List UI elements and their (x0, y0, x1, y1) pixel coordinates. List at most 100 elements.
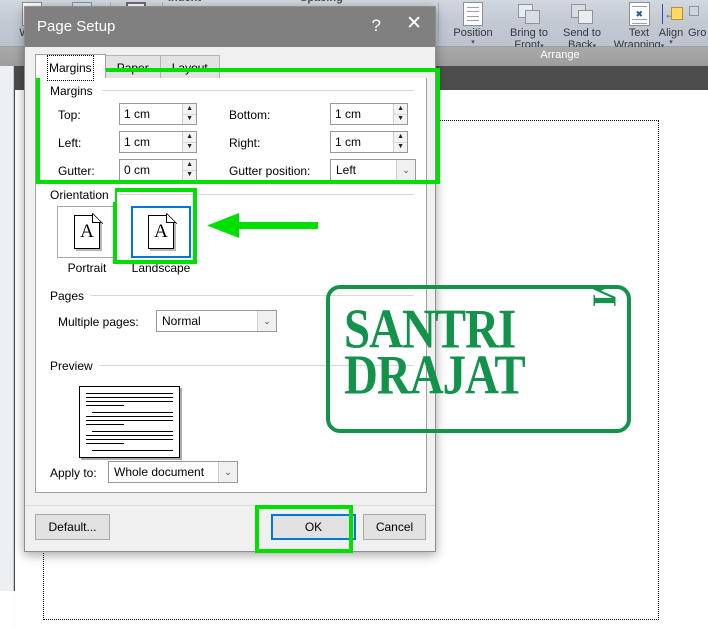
gutter-spin-buttons[interactable]: ▲ ▼ (182, 160, 196, 180)
top-margin-stepper[interactable]: ▲ ▼ (119, 103, 197, 125)
multiple-pages-label: Multiple pages: (58, 315, 139, 329)
page-preview (79, 386, 180, 458)
send-to-back-icon (569, 2, 595, 26)
ribbon-item-bring-to-front[interactable]: Bring to Front▾ (502, 2, 556, 51)
gutter-position-value: Left (336, 163, 357, 177)
ribbon-item-position[interactable]: Position ▾ (444, 2, 502, 47)
right-margin-stepper[interactable]: ▲ ▼ (330, 131, 408, 153)
help-icon[interactable]: ? (372, 16, 381, 36)
spin-up-icon[interactable]: ▲ (183, 160, 196, 171)
spin-up-icon[interactable]: ▲ (394, 104, 407, 115)
close-icon[interactable]: ✕ (406, 14, 422, 34)
spin-up-icon[interactable]: ▲ (183, 132, 196, 143)
portrait-page-icon: A (74, 213, 103, 249)
chevron-down-icon[interactable]: ▾ (652, 39, 690, 47)
left-margin-input[interactable] (120, 132, 183, 152)
tab-layout-label: Layout (171, 61, 208, 75)
spin-down-icon[interactable]: ▼ (183, 115, 196, 125)
bring-to-front-icon (516, 2, 542, 26)
group-icon (688, 2, 708, 26)
vertical-ruler (0, 66, 14, 591)
bottom-margin-label: Bottom: (229, 108, 271, 122)
ribbon-label-send-to-back-1: Send to (563, 27, 601, 39)
watermark-logo: SANTRI DRAJAT .COM (326, 285, 631, 433)
orientation-option-landscape[interactable]: A Landscape (131, 206, 191, 275)
ribbon-label-align: Align (658, 27, 684, 39)
ribbon-separator (438, 2, 439, 44)
chevron-down-icon[interactable]: ⌄ (396, 160, 415, 180)
dialog-body: Margins Paper Layout Margins Top: ▲ ▼ Bott… (25, 47, 435, 507)
ribbon-group-label-arrange: Arrange (540, 49, 580, 61)
tab-paper-label: Paper (116, 61, 149, 75)
spin-down-icon[interactable]: ▼ (394, 143, 407, 153)
apply-to-value: Whole document (114, 465, 205, 479)
orientation-group-rule (116, 194, 414, 195)
ok-button[interactable]: OK (271, 514, 356, 540)
landscape-label: Landscape (131, 261, 191, 275)
spin-up-icon[interactable]: ▲ (183, 104, 196, 115)
pages-group-title: Pages (50, 289, 91, 303)
dialog-footer: Default... OK Cancel (25, 505, 435, 551)
tab-margins[interactable]: Margins (35, 54, 106, 81)
bottom-margin-spin-buttons[interactable]: ▲ ▼ (393, 104, 407, 124)
landscape-page-icon: A (148, 213, 177, 249)
ribbon-label-group: Gro (688, 27, 707, 39)
ribbon-item-group[interactable]: Gro (688, 2, 708, 39)
left-margin-stepper[interactable]: ▲ ▼ (119, 131, 197, 153)
dialog-tabs: Margins Paper Layout (35, 54, 220, 81)
ribbon-item-send-to-back[interactable]: Send to Back▾ (556, 2, 608, 51)
chevron-down-icon[interactable]: ⌄ (218, 462, 237, 482)
position-icon (460, 2, 486, 26)
watermark-suffix: .COM (586, 289, 623, 307)
ribbon-label-spacing: Spacing (300, 0, 380, 4)
gutter-position-select[interactable]: Left ⌄ (330, 159, 416, 181)
top-margin-spin-buttons[interactable]: ▲ ▼ (182, 104, 196, 124)
ribbon-item-align[interactable]: ← Align ▾ (652, 2, 690, 47)
multiple-pages-select[interactable]: Normal ⌄ (156, 310, 277, 332)
spin-down-icon[interactable]: ▼ (183, 171, 196, 181)
spin-down-icon[interactable]: ▼ (394, 115, 407, 125)
left-margin-label: Left: (58, 136, 82, 150)
portrait-label: Portrait (67, 261, 107, 275)
portrait-glyph: A (80, 221, 94, 242)
orientation-option-portrait[interactable]: A Portrait (57, 206, 117, 275)
default-button[interactable]: Default... (35, 514, 110, 540)
chevron-down-icon[interactable]: ▾ (444, 39, 502, 47)
gutter-stepper[interactable]: ▲ ▼ (119, 159, 197, 181)
bottom-margin-stepper[interactable]: ▲ ▼ (330, 103, 408, 125)
ribbon-label-bring-to-front-1: Bring to (510, 27, 548, 39)
right-margin-input[interactable] (331, 132, 394, 152)
tab-margins-label: Margins (47, 55, 94, 81)
gutter-input[interactable] (120, 160, 183, 180)
top-margin-input[interactable] (120, 104, 183, 124)
spin-down-icon[interactable]: ▼ (183, 143, 196, 153)
chevron-down-icon[interactable]: ⌄ (257, 311, 276, 331)
text-wrapping-icon: ✖ (626, 2, 652, 26)
spin-up-icon[interactable]: ▲ (394, 132, 407, 143)
orientation-group-title: Orientation (50, 188, 115, 202)
preview-group-title: Preview (50, 359, 99, 373)
gutter-position-label: Gutter position: (229, 164, 311, 178)
left-margin-spin-buttons[interactable]: ▲ ▼ (182, 132, 196, 152)
margins-group-title: Margins (50, 84, 99, 98)
cancel-button[interactable]: Cancel (363, 514, 426, 540)
tab-layout[interactable]: Layout (159, 55, 220, 79)
top-margin-label: Top: (58, 108, 81, 122)
portrait-thumbnail[interactable]: A (57, 206, 117, 258)
ribbon-label-position: Position (453, 27, 493, 39)
gutter-label: Gutter: (58, 164, 95, 178)
apply-to-select[interactable]: Whole document ⌄ (108, 461, 238, 483)
right-margin-label: Right: (229, 136, 261, 150)
landscape-glyph: A (154, 221, 168, 242)
bottom-margin-input[interactable] (331, 104, 394, 124)
dialog-title-bar: Page Setup ? ✕ (25, 7, 435, 47)
watermark-line-2: DRAJAT (344, 343, 526, 406)
landscape-thumbnail[interactable]: A (131, 206, 191, 258)
page-setup-dialog[interactable]: Page Setup ? ✕ Margins Paper Layout Margin… (24, 6, 436, 552)
tab-paper[interactable]: Paper (104, 55, 161, 79)
align-icon: ← (658, 2, 684, 26)
ribbon-label-indent: Indent (168, 0, 248, 4)
apply-to-label: Apply to: (50, 466, 97, 480)
margins-group-rule (102, 90, 414, 91)
right-margin-spin-buttons[interactable]: ▲ ▼ (393, 132, 407, 152)
